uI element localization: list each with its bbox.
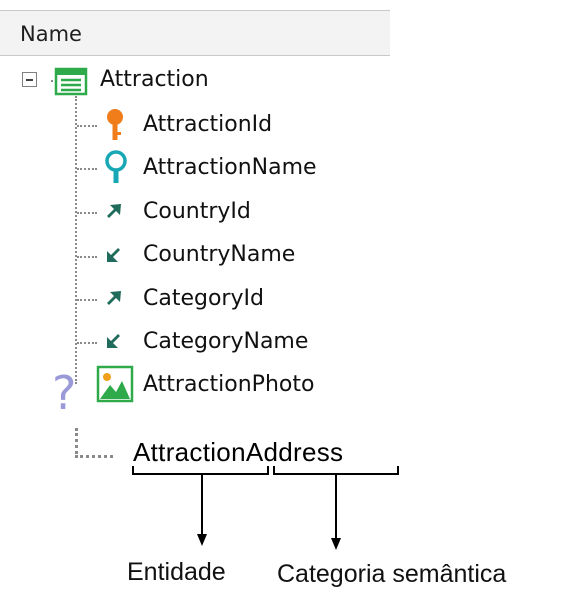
attribute-tree: Attraction AttractionId AttractionName C… xyxy=(0,0,570,590)
annotation-brackets xyxy=(132,466,399,550)
entity-caption: Entidade xyxy=(127,558,226,586)
semantic-category-caption: Categoria semântica xyxy=(277,560,507,588)
